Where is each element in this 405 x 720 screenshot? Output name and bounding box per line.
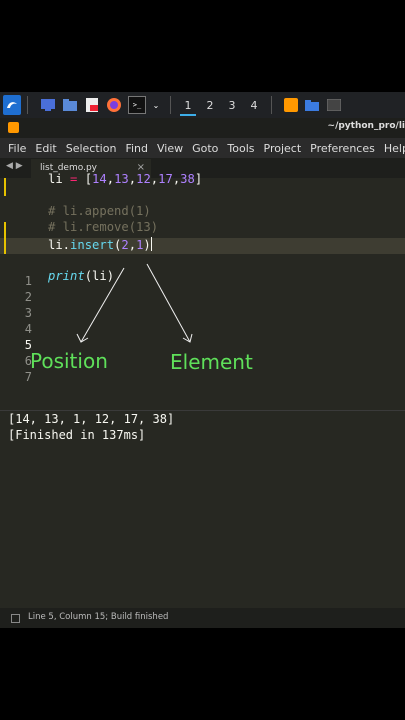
code-line-4: # li.remove(13) (48, 220, 159, 234)
panel-toggle-icon[interactable] (11, 614, 20, 623)
menu-file[interactable]: File (4, 142, 31, 155)
menu-tools[interactable]: Tools (223, 142, 259, 155)
menu-edit[interactable]: Edit (31, 142, 61, 155)
window-app-icon[interactable] (326, 97, 342, 113)
code-token: = (62, 172, 85, 186)
desktop-icon[interactable] (40, 97, 56, 113)
folder-app-icon[interactable] (304, 97, 320, 113)
firefox-icon[interactable] (106, 97, 122, 113)
menu-find[interactable]: Find (121, 142, 153, 155)
code-token: 12 (136, 172, 151, 186)
taskbar-separator (170, 96, 171, 114)
code-token: li (48, 172, 63, 186)
line-number: 3 (24, 306, 32, 320)
folder-icon[interactable] (62, 97, 78, 113)
window-titlebar: ~/python_pro/li (0, 118, 405, 138)
text-cursor (150, 237, 152, 251)
app-menu-icon[interactable] (3, 95, 21, 115)
code-line-7: print(li) (48, 269, 114, 283)
status-bar: Line 5, Column 15; Build finished (0, 608, 405, 628)
code-token: li. (48, 238, 71, 252)
annotation-position: Position (30, 349, 108, 373)
document-icon[interactable] (84, 97, 100, 113)
workspace-1[interactable]: 1 (177, 92, 199, 118)
code-token: insert (70, 238, 115, 252)
window-title-path: ~/python_pro/li (327, 121, 405, 131)
line-number: 4 (24, 322, 32, 336)
code-token: 14 (92, 172, 107, 186)
code-editor[interactable]: 1 2 3 4 5 6 7 li = [14,13,12,17,38] # li… (0, 172, 405, 410)
code-token: 13 (114, 172, 129, 186)
line-number: 2 (24, 290, 32, 304)
menu-project[interactable]: Project (260, 142, 307, 155)
build-output-panel[interactable]: [14, 13, 1, 12, 17, 38] [Finished in 137… (0, 411, 405, 608)
taskbar: >_ ⌄ 1 2 3 4 (0, 92, 405, 118)
annotation-element: Element (170, 350, 253, 374)
taskbar-separator (271, 96, 272, 114)
code-token: 38 (180, 172, 195, 186)
menu-goto[interactable]: Goto (188, 142, 223, 155)
code-line-1: li = [14,13,12,17,38] (48, 172, 203, 186)
modified-line-marker (4, 178, 6, 196)
sublime-app-icon[interactable] (284, 98, 298, 112)
output-finished: [Finished in 137ms] (8, 428, 146, 442)
code-token: (li) (84, 269, 115, 283)
sublime-logo-icon (8, 122, 19, 133)
line-number: 1 (24, 274, 32, 288)
output-result: [14, 13, 1, 12, 17, 38] (8, 412, 175, 426)
menu-bar: File Edit Selection Find View Goto Tools… (0, 138, 405, 158)
code-token: 17 (158, 172, 173, 186)
modified-line-marker (4, 222, 6, 254)
code-token: [ (84, 172, 93, 186)
menu-selection[interactable]: Selection (62, 142, 122, 155)
workspace-2[interactable]: 2 (199, 92, 221, 118)
sublime-screen: >_ ⌄ 1 2 3 4 ~/python_pro/li File Edit S… (0, 92, 405, 628)
menu-view[interactable]: View (153, 142, 188, 155)
tab-scroll-arrows-icon[interactable]: ◀ ▶ (6, 161, 23, 171)
taskbar-separator (27, 96, 28, 114)
code-token: ] (194, 172, 203, 186)
code-token: print (48, 269, 85, 283)
workspace-4[interactable]: 4 (243, 92, 265, 118)
code-token: , (128, 238, 137, 252)
menu-preferences[interactable]: Preferences (306, 142, 380, 155)
menu-help[interactable]: Help (380, 142, 405, 155)
terminal-icon[interactable]: >_ (128, 96, 146, 114)
workspace-3[interactable]: 3 (221, 92, 243, 118)
code-token: ) (143, 238, 151, 252)
code-token: 2 (121, 238, 129, 252)
chevron-down-icon[interactable]: ⌄ (148, 97, 164, 113)
code-line-3: # li.append(1) (48, 204, 151, 218)
status-text: Line 5, Column 15; Build finished (28, 612, 169, 622)
code-line-5: li.insert(2,1) (48, 237, 152, 252)
